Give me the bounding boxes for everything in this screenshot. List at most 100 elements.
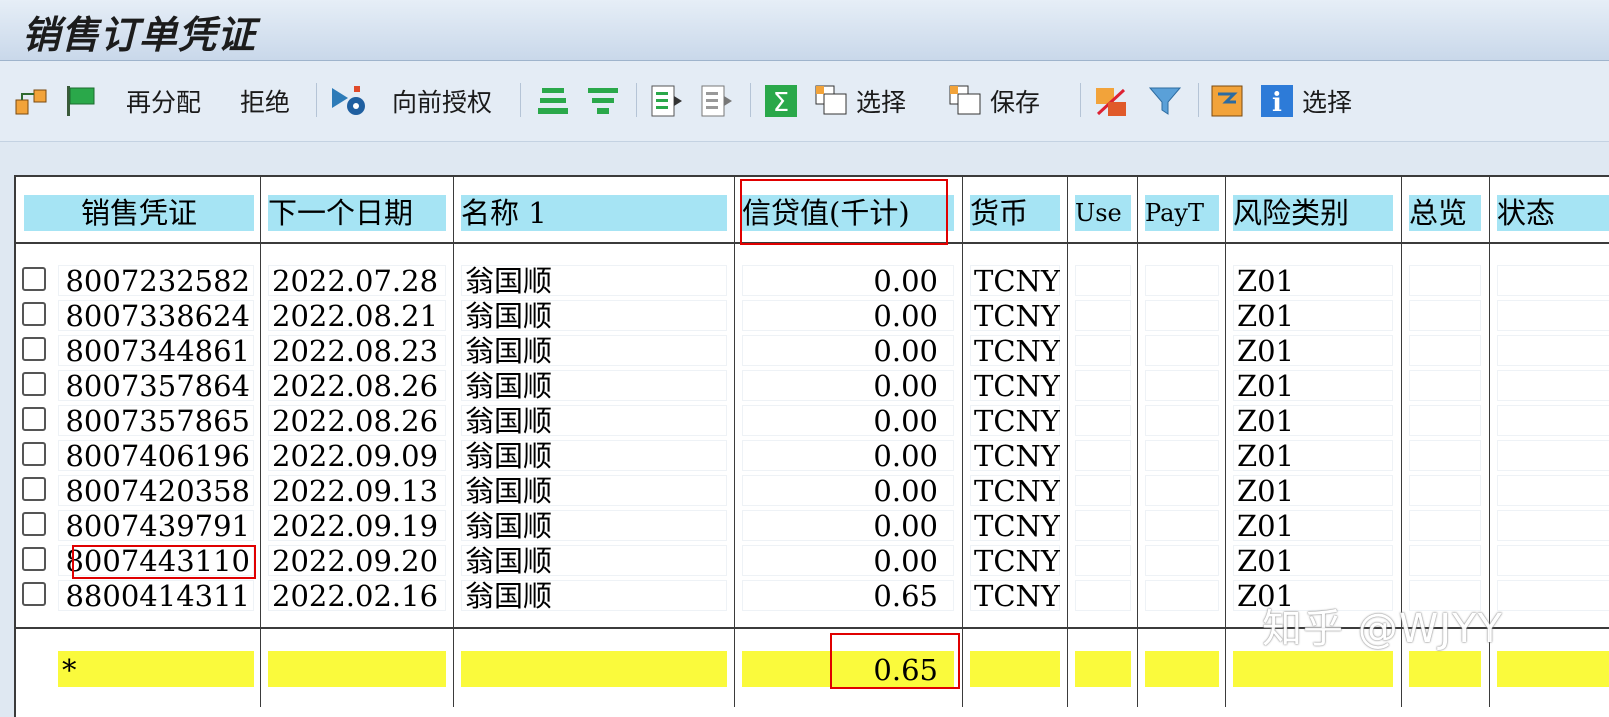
table-row[interactable]: 8007406196 2022.09.09 翁国顺 0.00 TCNY Z01: [16, 438, 1609, 473]
reassign-button[interactable]: 再分配: [126, 81, 201, 121]
toolbar-separator: [1080, 83, 1081, 117]
cell-use: [1075, 335, 1131, 366]
col-header-name[interactable]: 名称 1: [461, 195, 727, 231]
cell-doc[interactable]: 8007406196: [58, 440, 254, 471]
row-select-checkbox[interactable]: [22, 477, 46, 501]
cell-ovw: [1409, 300, 1481, 331]
cell-credit: 0.65: [742, 580, 954, 611]
page-title: 销售订单凭证: [22, 13, 257, 57]
cell-name: 翁国顺: [461, 510, 727, 541]
filter-list-icon: [586, 84, 620, 118]
table-row[interactable]: 8007232582 2022.07.28 翁国顺 0.00 TCNY Z01: [16, 263, 1609, 298]
flag-button[interactable]: [64, 81, 98, 121]
title-bar: 销售订单凭证: [0, 0, 1609, 61]
cell-doc[interactable]: 8007420358: [58, 475, 254, 506]
cell-stat: [1497, 370, 1609, 401]
hierarchy-icon: [14, 84, 48, 118]
col-header-sales-doc[interactable]: 销售凭证: [24, 195, 254, 231]
graphic-button[interactable]: [1210, 81, 1244, 121]
col-header-use[interactable]: Use: [1075, 195, 1131, 231]
cell-use: [1075, 265, 1131, 296]
col-header-payt[interactable]: PayT: [1145, 195, 1219, 231]
row-select-checkbox[interactable]: [22, 582, 46, 606]
totals-cell: [1497, 651, 1609, 687]
sort-ascending-icon: [536, 84, 570, 118]
cell-credit: 0.00: [742, 370, 954, 401]
filter-funnel-button[interactable]: [1148, 81, 1182, 121]
cell-use: [1075, 405, 1131, 436]
row-select-checkbox[interactable]: [22, 547, 46, 571]
table-row[interactable]: 8007420358 2022.09.13 翁国顺 0.00 TCNY Z01: [16, 473, 1609, 508]
reject-label: 拒绝: [240, 88, 291, 117]
cell-risk: Z01: [1233, 405, 1393, 436]
cell-doc[interactable]: 8007357865: [58, 405, 254, 436]
forward-auth-button[interactable]: 向前授权: [392, 81, 492, 121]
table-row[interactable]: 8007357864 2022.08.26 翁国顺 0.00 TCNY Z01: [16, 368, 1609, 403]
row-select-checkbox[interactable]: [22, 337, 46, 361]
cell-use: [1075, 440, 1131, 471]
forward-auth-icon-button[interactable]: [330, 81, 365, 121]
cell-payt: [1145, 580, 1219, 611]
row-select-checkbox[interactable]: [22, 302, 46, 326]
export-button[interactable]: [1094, 81, 1128, 121]
col-header-next-date[interactable]: 下一个日期: [268, 195, 446, 231]
save-layout-button[interactable]: 保存: [948, 81, 1040, 121]
cell-risk: Z01: [1233, 475, 1393, 506]
col-header-overview[interactable]: 总览: [1409, 195, 1481, 231]
totals-marker: *: [58, 651, 254, 687]
cell-use: [1075, 580, 1131, 611]
cell-doc[interactable]: 8007232582: [58, 265, 254, 296]
cell-stat: [1497, 510, 1609, 541]
cell-cur: TCNY: [970, 475, 1060, 506]
info-select-button[interactable]: i 选择: [1260, 81, 1352, 121]
toolbar-separator: [636, 83, 637, 117]
cell-ovw: [1409, 405, 1481, 436]
layout-save-icon: [948, 84, 982, 118]
toolbar-separator: [520, 83, 521, 117]
row-select-checkbox[interactable]: [22, 372, 46, 396]
cell-payt: [1145, 440, 1219, 471]
hierarchy-button[interactable]: [14, 81, 48, 121]
table-row[interactable]: 8007344861 2022.08.23 翁国顺 0.00 TCNY Z01: [16, 333, 1609, 368]
row-select-checkbox[interactable]: [22, 512, 46, 536]
col-header-risk-category[interactable]: 风险类别: [1233, 195, 1393, 231]
table-row[interactable]: 8007338624 2022.08.21 翁国顺 0.00 TCNY Z01: [16, 298, 1609, 333]
sort-ascending-button[interactable]: [536, 81, 570, 121]
cell-doc[interactable]: 8007338624: [58, 300, 254, 331]
table-row[interactable]: 8007439791 2022.09.19 翁国顺 0.00 TCNY Z01: [16, 508, 1609, 543]
forward-auth-label: 向前授权: [392, 88, 493, 117]
cell-credit: 0.00: [742, 265, 954, 296]
cell-date: 2022.08.21: [268, 300, 446, 331]
sum-button[interactable]: Σ: [764, 81, 798, 121]
cell-use: [1075, 300, 1131, 331]
cell-payt: [1145, 475, 1219, 506]
cell-doc[interactable]: 8007357864: [58, 370, 254, 401]
cell-doc[interactable]: 8007439791: [58, 510, 254, 541]
details-disabled-button[interactable]: [700, 81, 734, 121]
green-flag-icon: [64, 84, 98, 118]
row-select-checkbox[interactable]: [22, 407, 46, 431]
toolbar: 再分配 拒绝 向前授权 Σ 选择 保存 i 选择: [0, 61, 1609, 142]
cell-date: 2022.09.19: [268, 510, 446, 541]
info-select-label: 选择: [1302, 88, 1353, 117]
row-select-checkbox[interactable]: [22, 267, 46, 291]
cell-date: 2022.09.20: [268, 545, 446, 576]
col-header-status[interactable]: 状态: [1497, 195, 1609, 231]
credit-total-highlight: [830, 633, 960, 689]
cell-doc[interactable]: 8800414311: [58, 580, 254, 611]
totals-cell: [1075, 651, 1131, 687]
cell-stat: [1497, 475, 1609, 506]
details-button[interactable]: [650, 81, 684, 121]
cell-doc[interactable]: 8007344861: [58, 335, 254, 366]
select-layout-button[interactable]: 选择: [814, 81, 906, 121]
row-select-checkbox[interactable]: [22, 442, 46, 466]
col-header-currency[interactable]: 货币: [970, 195, 1060, 231]
cell-credit: 0.00: [742, 545, 954, 576]
filter-button[interactable]: [586, 81, 620, 121]
reject-button[interactable]: 拒绝: [240, 81, 290, 121]
cell-ovw: [1409, 475, 1481, 506]
cell-use: [1075, 510, 1131, 541]
cell-risk: Z01: [1233, 370, 1393, 401]
table-row[interactable]: 8007357865 2022.08.26 翁国顺 0.00 TCNY Z01: [16, 403, 1609, 438]
totals-cell: [268, 651, 446, 687]
